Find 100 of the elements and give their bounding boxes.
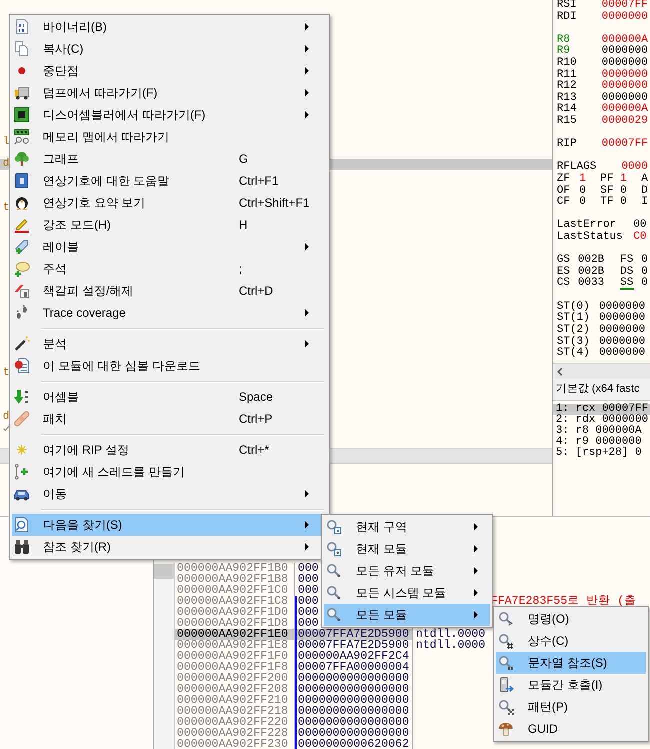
menu-item[interactable]: GUID <box>496 718 646 740</box>
shortcut-label: Ctrl+* <box>239 443 270 457</box>
shortcut-label: Ctrl+Shift+F1 <box>239 196 310 210</box>
menu-item[interactable]: 그래프 G <box>12 148 327 170</box>
register-field: 0 <box>641 278 648 290</box>
address-cell[interactable]: 000000AA902FF210 <box>175 695 295 706</box>
search-icon <box>498 633 514 649</box>
address-cell[interactable]: 000000AA902FF218 <box>175 706 295 717</box>
menu-item[interactable]: 연상기호 요약 보기 Ctrl+Shift+F1 <box>12 192 327 214</box>
menu-item[interactable]: 주석 ; <box>12 258 327 280</box>
menu-item[interactable]: 덤프에서 따라가기(F) <box>12 82 327 104</box>
address-cell[interactable]: 000000AA902FF228 <box>175 728 295 739</box>
address-cell[interactable]: 000000AA902FF208 <box>175 684 295 695</box>
horizontal-scrollbar[interactable] <box>553 363 650 379</box>
comment-cell-text: ntdll.0000 <box>415 640 486 651</box>
argument-row[interactable]: 3: r8 000000A <box>553 426 650 437</box>
register-field: R15 <box>557 116 577 128</box>
code-fragment: d <box>3 412 10 423</box>
register-field: SF <box>600 186 614 198</box>
search-icon <box>498 699 514 715</box>
menu-item[interactable]: 상수(C) <box>496 630 646 652</box>
register-field: 1 <box>620 174 627 186</box>
address-cell[interactable]: 000000AA902FF1B0 <box>175 563 295 574</box>
register-field: 000000A <box>602 34 648 46</box>
register-field: ES <box>557 266 570 278</box>
address-cell[interactable]: 000000AA902FF1F0 <box>175 651 295 662</box>
address-cell[interactable]: 000000AA902FF1E0 <box>175 629 295 640</box>
address-cell[interactable]: 000000AA902FF1C0 <box>175 585 295 596</box>
address-cell[interactable]: 000000AA902FF1B8 <box>175 574 295 585</box>
help-book-icon <box>14 173 30 189</box>
menu-item[interactable]: 중단점 <box>12 60 327 82</box>
menu-item[interactable]: 패턴(P) <box>496 696 646 718</box>
menu-item[interactable]: 모든 모듈 <box>324 604 490 626</box>
menu-item[interactable]: 강조 모드(H) H <box>12 214 327 236</box>
menu-item[interactable]: 현재 모듈 <box>324 538 490 560</box>
register-field: ST(4) <box>557 348 590 360</box>
code-fragment: t <box>3 368 10 379</box>
value-cell: 0000000000000000 <box>295 717 413 728</box>
address-cell[interactable]: 000000AA902FF220 <box>175 717 295 728</box>
menu-item[interactable]: 패치 Ctrl+P <box>12 408 327 430</box>
register-field: 0 <box>641 255 648 267</box>
register-field: 0 <box>641 266 648 278</box>
register-field: RDI <box>557 12 577 24</box>
register-field: ST(1) <box>557 313 590 326</box>
address-cell[interactable]: 000000AA902FF1E8 <box>175 640 295 651</box>
register-field: 0000000 <box>602 46 648 58</box>
menu-item[interactable]: 어셈블 Space <box>12 386 327 408</box>
shortcut-label: Space <box>239 390 274 404</box>
value-cell: 0000000000000000 <box>295 684 413 695</box>
register-field: 0000000 <box>599 325 646 337</box>
value-cell: 00007FFA00000004 <box>295 662 413 673</box>
argument-row[interactable]: 5: [rsp+28] 0 <box>553 448 650 459</box>
menu-item[interactable]: 복사(C) <box>12 38 327 60</box>
register-field: DS <box>620 266 634 278</box>
binary-file-icon <box>14 19 30 35</box>
address-cell[interactable]: 000000AA902FF1D0 <box>175 607 295 618</box>
menu-item[interactable]: 문자열 참조(S) <box>496 652 646 674</box>
menu-item[interactable]: 여기에 새 스레드를 만들기 <box>12 461 327 483</box>
menu-item[interactable]: 분석 <box>12 333 327 355</box>
menu-item[interactable]: 현재 구역 <box>324 516 490 538</box>
menu-item[interactable]: 명령(O) <box>496 608 646 630</box>
code-fragment: l <box>3 137 10 148</box>
argument-row[interactable]: 4: r9 0000000 <box>553 437 650 448</box>
search-module-icon <box>326 541 342 557</box>
shortcut-label: Ctrl+F1 <box>239 174 279 188</box>
copy-icon <box>14 41 30 57</box>
register-field: A <box>641 174 648 186</box>
mushroom-icon <box>498 721 514 737</box>
register-field: 00 <box>634 220 647 232</box>
shortcut-label: H <box>239 218 248 232</box>
register-field: I <box>641 197 648 209</box>
down-arrow-icon <box>14 389 30 405</box>
menu-item[interactable]: 책갈피 설정/해제 Ctrl+D <box>12 280 327 302</box>
bandage-icon <box>14 411 30 427</box>
address-cell[interactable]: 000000AA902FF200 <box>175 673 295 684</box>
menu-item[interactable]: 참조 찾기(R) <box>12 536 327 558</box>
menu-item[interactable]: 연상기호에 대한 도움말 Ctrl+F1 <box>12 170 327 192</box>
menu-item[interactable]: 메모리 맵에서 따라가기 <box>12 126 327 148</box>
search-region-icon <box>326 519 342 535</box>
address-cell[interactable]: 000000AA902FF1C8 <box>175 596 295 607</box>
menu-item[interactable]: 이동 <box>12 483 327 505</box>
menu-item[interactable]: 모듈간 호출(I) <box>496 674 646 696</box>
menu-item[interactable]: 바이너리(B) <box>12 16 327 38</box>
menu-item[interactable]: 레이블 <box>12 236 327 258</box>
address-cell[interactable]: 000000AA902FF1F8 <box>175 662 295 673</box>
register-field: 0000000 <box>602 12 648 24</box>
register-field: RFLAGS <box>557 162 597 174</box>
value-cell: 0000000000000000 <box>295 728 413 739</box>
address-cell[interactable]: 000000AA902FF230 <box>175 739 295 749</box>
menu-item[interactable]: 여기에 RIP 설정 Ctrl+* <box>12 439 327 461</box>
scroll-left-icon[interactable] <box>557 368 563 376</box>
register-field: R11 <box>557 70 577 82</box>
comment-cell-text: ntdll.0000 <box>415 629 486 640</box>
binoculars-icon <box>14 539 30 555</box>
highlighter-icon <box>14 217 30 233</box>
argument-row[interactable]: 2: rdx 0000000 <box>553 415 650 426</box>
menu-item[interactable]: 디스어셈블러에서 따라가기(F) <box>12 104 327 126</box>
argument-row[interactable]: 1: rcx 00007FF <box>553 404 650 415</box>
menu-item[interactable]: Trace coverage <box>12 302 327 324</box>
menu-item[interactable]: 이 모듈에 대한 심볼 다운로드 <box>12 355 327 377</box>
